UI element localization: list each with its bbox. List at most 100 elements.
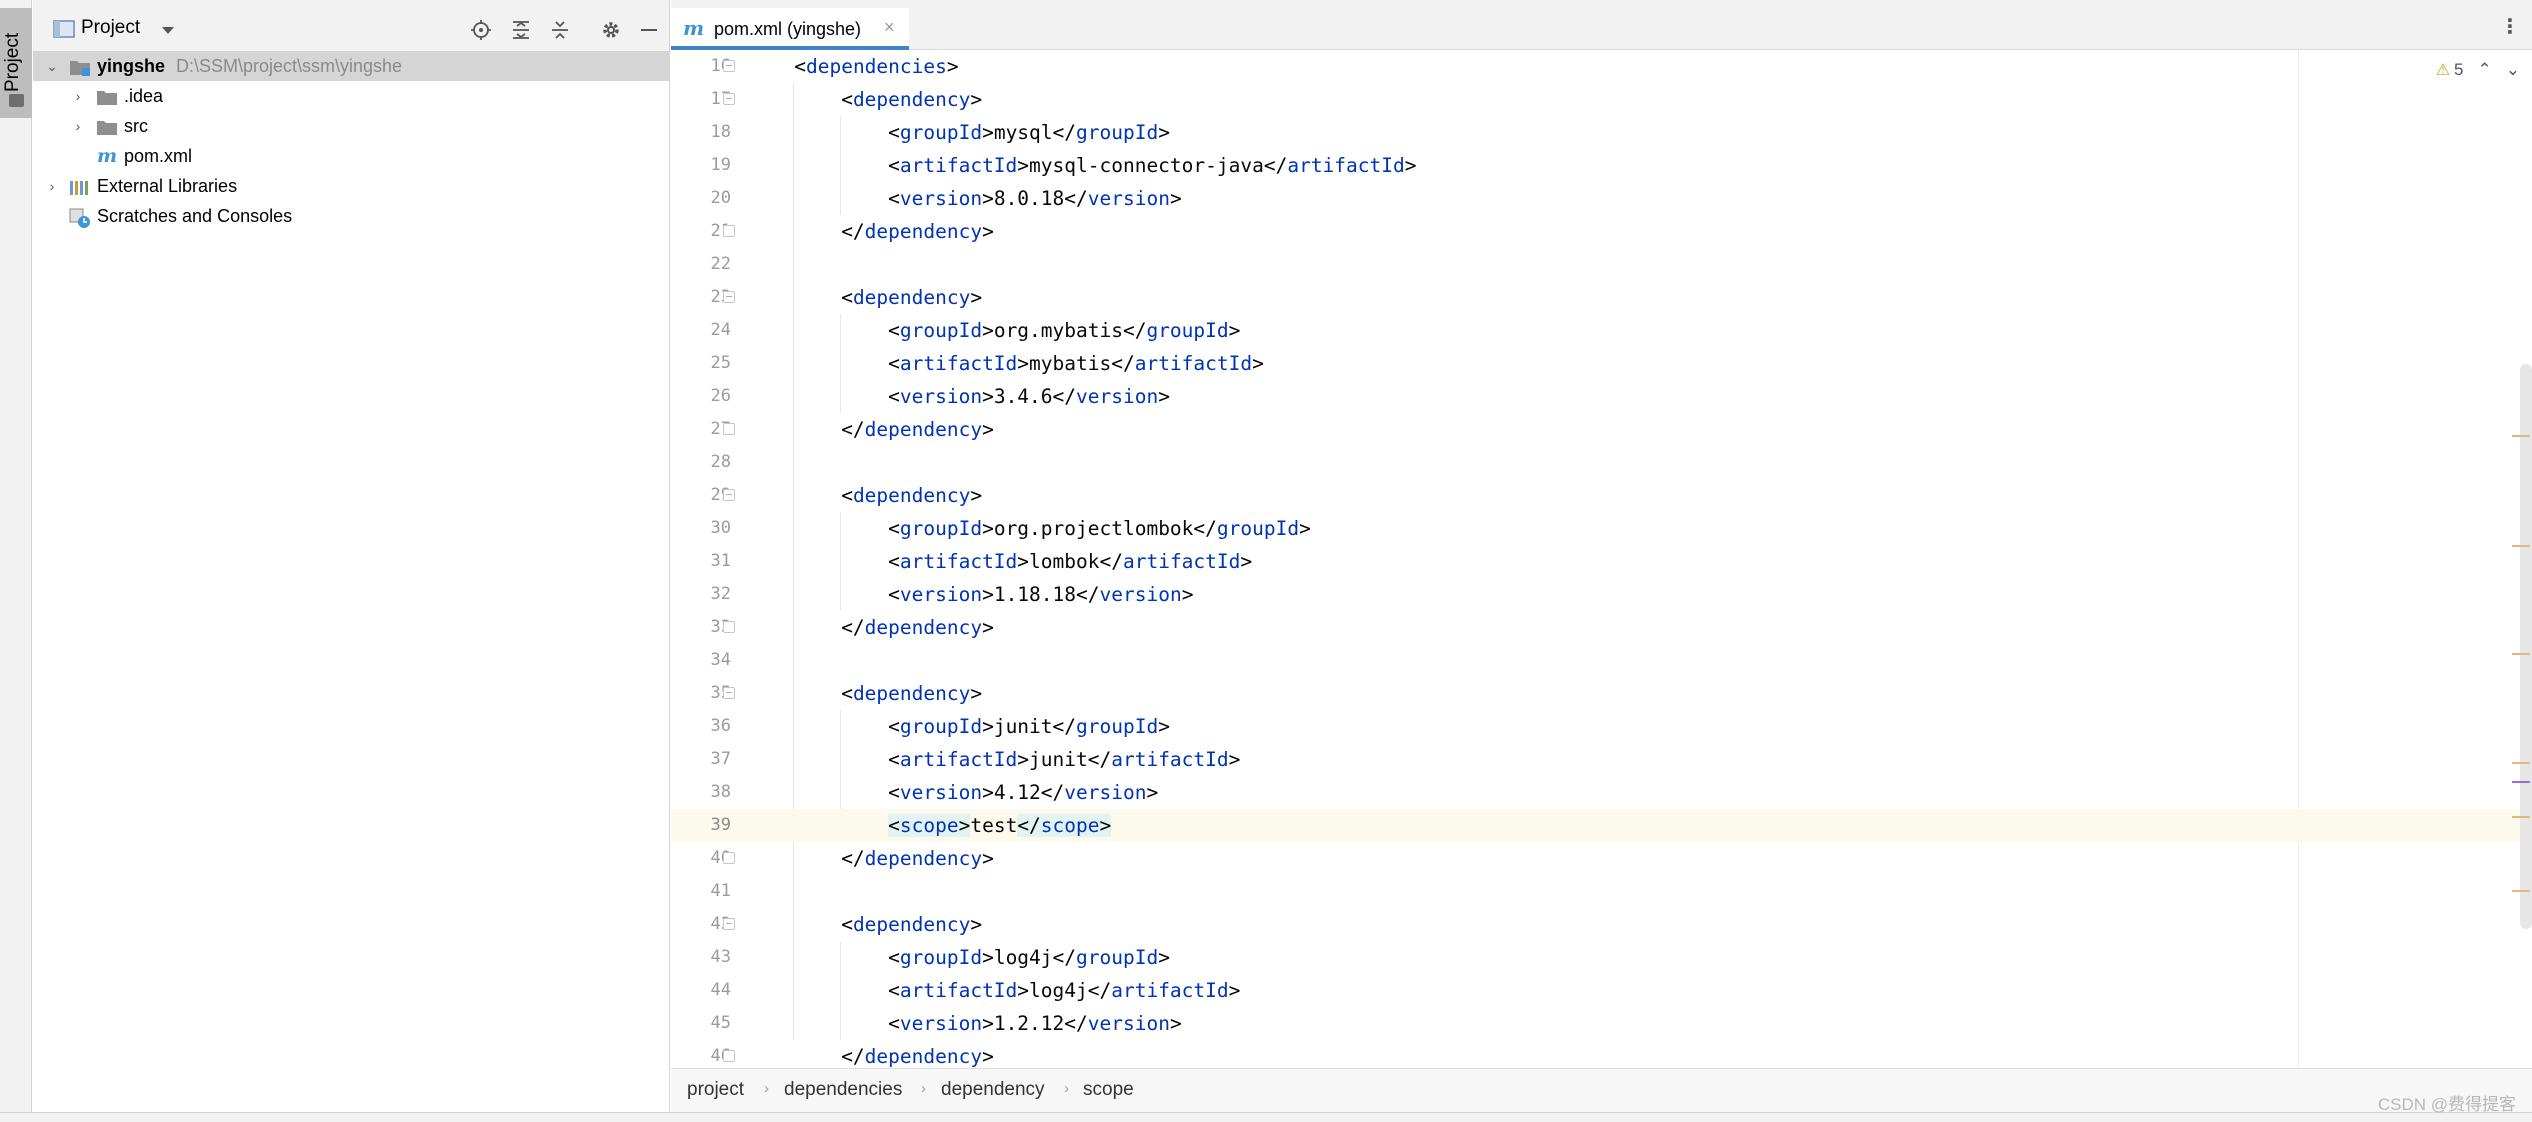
chevron-right-icon[interactable]: › [43,171,61,201]
breadcrumb-item[interactable]: dependencies [784,1079,902,1101]
code-line[interactable]: <dependency> [759,281,2532,314]
locate-file-icon[interactable] [470,19,492,41]
gutter-row[interactable]: 22 [671,248,759,281]
code-line[interactable] [759,875,2532,908]
fold-end-icon[interactable] [723,852,735,864]
code-area[interactable]: <dependencies> <dependency> <groupId>mys… [759,50,2532,1068]
code-line[interactable]: <dependency> [759,908,2532,941]
gutter-row[interactable]: 17 [671,83,759,116]
chevron-right-icon[interactable]: › [69,81,87,111]
code-line[interactable]: <groupId>org.projectlombok</groupId> [759,512,2532,545]
code-line[interactable]: <dependency> [759,83,2532,116]
code-line[interactable]: <artifactId>lombok</artifactId> [759,545,2532,578]
code-line[interactable]: </dependency> [759,1040,2532,1068]
tree-item-scratches[interactable]: Scratches and Consoles [33,201,670,231]
chevron-down-icon[interactable]: ⌄ [43,51,61,81]
gear-icon[interactable] [600,19,622,41]
gutter-row[interactable]: 18 [671,116,759,149]
collapse-all-icon[interactable] [549,19,571,41]
gutter-row[interactable]: 44 [671,974,759,1007]
chevron-up-icon[interactable]: ⌃ [2478,60,2492,79]
breadcrumb-item[interactable]: dependency [941,1079,1045,1101]
gutter-row[interactable]: 20 [671,182,759,215]
gutter-row[interactable]: 40 [671,842,759,875]
code-line[interactable] [759,446,2532,479]
chevron-right-icon[interactable]: › [69,111,87,141]
code-line[interactable]: </dependency> [759,611,2532,644]
fold-icon[interactable] [723,291,735,303]
code-line[interactable]: <groupId>log4j</groupId> [759,941,2532,974]
code-line[interactable]: <version>1.18.18</version> [759,578,2532,611]
code-line[interactable] [759,644,2532,677]
code-line[interactable]: <artifactId>junit</artifactId> [759,743,2532,776]
project-view-selector[interactable]: Project [81,17,140,39]
gutter-row[interactable]: 36 [671,710,759,743]
tree-item-idea[interactable]: › .idea [33,81,670,111]
fold-icon[interactable] [723,918,735,930]
gutter-row[interactable]: 41 [671,875,759,908]
fold-end-icon[interactable] [723,423,735,435]
gutter-row[interactable]: 37 [671,743,759,776]
code-line[interactable]: <version>1.2.12</version> [759,1007,2532,1040]
expand-all-icon[interactable] [510,19,532,41]
gutter-row[interactable]: 19 [671,149,759,182]
chevron-down-icon[interactable]: ⌄ [2506,60,2520,79]
fold-icon[interactable] [723,60,735,72]
tab-pom-xml[interactable]: m pom.xml (yingshe) × [671,8,909,50]
gutter-row[interactable]: 43 [671,941,759,974]
code-line[interactable]: <dependencies> [759,50,2532,83]
code-line[interactable]: <version>3.4.6</version> [759,380,2532,413]
tree-item-pom-xml[interactable]: m pom.xml [33,141,670,171]
gutter-row[interactable]: 34 [671,644,759,677]
fold-end-icon[interactable] [723,225,735,237]
gutter-row[interactable]: 29 [671,479,759,512]
gutter-row[interactable]: 16 [671,50,759,83]
gutter-row[interactable]: 32 [671,578,759,611]
gutter-row[interactable]: 26 [671,380,759,413]
minimize-icon[interactable] [638,19,660,41]
gutter-row[interactable]: 27 [671,413,759,446]
gutter-row[interactable]: 23 [671,281,759,314]
code-line[interactable]: <dependency> [759,479,2532,512]
code-line[interactable]: <version>4.12</version> [759,776,2532,809]
vertical-scrollbar[interactable] [2520,364,2532,929]
code-line[interactable]: <groupId>junit</groupId> [759,710,2532,743]
gutter-row[interactable]: 35 [671,677,759,710]
gutter-row[interactable]: 39 [671,809,759,842]
code-line[interactable]: <groupId>mysql</groupId> [759,116,2532,149]
gutter-row[interactable]: 33 [671,611,759,644]
code-line[interactable]: <artifactId>mysql-connector-java</artifa… [759,149,2532,182]
inspection-widget[interactable]: ⚠ 5 ⌃ ⌄ [2436,60,2520,80]
fold-icon[interactable] [723,93,735,105]
code-line-current[interactable]: <scope>test</scope> [759,809,2532,842]
code-line[interactable]: </dependency> [759,215,2532,248]
fold-end-icon[interactable] [723,621,735,633]
code-line[interactable]: <artifactId>log4j</artifactId> [759,974,2532,1007]
gutter-row[interactable]: 25 [671,347,759,380]
code-line[interactable]: <version>8.0.18</version> [759,182,2532,215]
tree-item-src[interactable]: › src [33,111,670,141]
code-line[interactable]: <dependency> [759,677,2532,710]
gutter-row[interactable]: 30 [671,512,759,545]
gutter-row[interactable]: 24 [671,314,759,347]
fold-icon[interactable] [723,489,735,501]
gutter-row[interactable]: 31 [671,545,759,578]
gutter-row[interactable]: 45 [671,1007,759,1040]
code-line[interactable] [759,248,2532,281]
project-tool-window-tab[interactable]: Project [0,8,32,118]
gutter-row[interactable]: 28 [671,446,759,479]
breadcrumb-item[interactable]: scope [1083,1079,1134,1101]
breadcrumb-item[interactable]: project [687,1079,744,1101]
tree-item-external-libraries[interactable]: › External Libraries [33,171,670,201]
chevron-down-icon[interactable] [161,26,175,36]
fold-end-icon[interactable] [723,1050,735,1062]
close-icon[interactable]: × [884,17,895,38]
editor-gutter[interactable]: 16 17 18 19 20 21 22 23 24 25 26 27 28 29 30 31 32 33 34 35… [671,50,759,1068]
tree-item-yingshe[interactable]: ⌄ yingshe D:\SSM\project\ssm\yingshe [33,51,670,81]
code-line[interactable]: </dependency> [759,413,2532,446]
code-line[interactable]: </dependency> [759,842,2532,875]
more-options-icon[interactable]: ⋮ [2500,14,2520,39]
gutter-row[interactable]: 38 [671,776,759,809]
gutter-row[interactable]: 42 [671,908,759,941]
code-line[interactable]: <artifactId>mybatis</artifactId> [759,347,2532,380]
